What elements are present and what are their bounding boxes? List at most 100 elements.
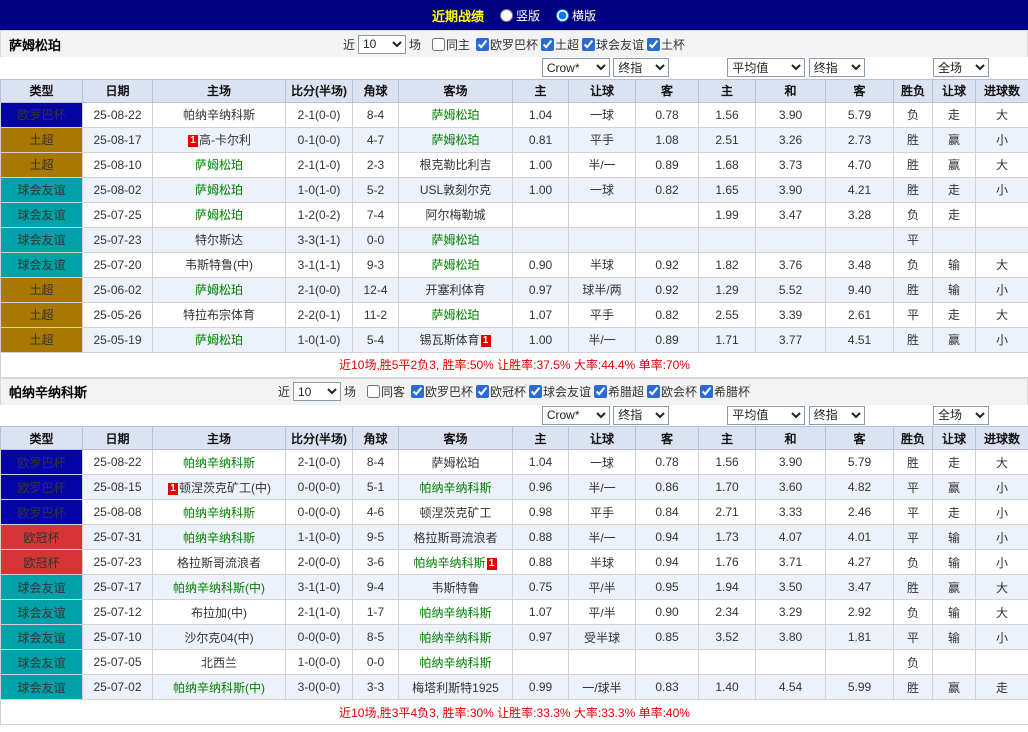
league-filter[interactable]: 土杯 bbox=[647, 36, 685, 53]
same-venue-checkbox[interactable] bbox=[367, 385, 380, 398]
home-team-cell[interactable]: 帕纳辛纳科斯(中) bbox=[153, 575, 286, 600]
away-team-cell[interactable]: 萨姆松珀 bbox=[399, 127, 513, 152]
team-link[interactable]: 高-卡尔利 bbox=[199, 133, 251, 147]
team-link[interactable]: 格拉斯哥流浪者 bbox=[177, 556, 261, 570]
home-team-cell[interactable]: 1顿涅茨克矿工(中) bbox=[153, 475, 286, 500]
euro-company-select[interactable]: 平均值 bbox=[727, 58, 805, 77]
score-halftime[interactable]: 2-0(0-0) bbox=[286, 550, 353, 575]
home-team-cell[interactable]: 帕纳辛纳科斯 bbox=[153, 500, 286, 525]
away-team-cell[interactable]: 帕纳辛纳科斯 bbox=[399, 600, 513, 625]
score-halftime[interactable]: 3-1(1-1) bbox=[286, 252, 353, 277]
league-checkbox[interactable] bbox=[647, 38, 660, 51]
scope-select[interactable]: 全场 bbox=[933, 58, 989, 77]
team-link[interactable]: 顿涅茨克矿工 bbox=[419, 506, 491, 520]
team-link[interactable]: 萨姆松珀 bbox=[195, 158, 243, 172]
home-team-cell[interactable]: 帕纳辛纳科斯 bbox=[153, 450, 286, 475]
away-team-cell[interactable]: 帕纳辛纳科斯 bbox=[399, 475, 513, 500]
away-team-cell[interactable]: 格拉斯哥流浪者 bbox=[399, 525, 513, 550]
same-venue-checkbox[interactable] bbox=[432, 38, 445, 51]
team-link[interactable]: 特拉布宗体育 bbox=[183, 308, 255, 322]
team-link[interactable]: 萨姆松珀 bbox=[195, 208, 243, 222]
league-checkbox[interactable] bbox=[700, 385, 713, 398]
league-checkbox[interactable] bbox=[529, 385, 542, 398]
team-link[interactable]: 韦斯特鲁(中) bbox=[185, 258, 253, 272]
home-team-cell[interactable]: 萨姆松珀 bbox=[153, 202, 286, 227]
away-team-cell[interactable]: 开塞利体育 bbox=[399, 277, 513, 302]
horizontal-layout-radio[interactable] bbox=[556, 9, 569, 22]
team-link[interactable]: 顿涅茨克矿工(中) bbox=[179, 481, 271, 495]
score-halftime[interactable]: 1-0(1-0) bbox=[286, 327, 353, 352]
away-team-cell[interactable]: USL敦刻尔克 bbox=[399, 177, 513, 202]
team-link[interactable]: 特尔斯达 bbox=[195, 233, 243, 247]
team-link[interactable]: 萨姆松珀 bbox=[431, 233, 479, 247]
home-team-cell[interactable]: 萨姆松珀 bbox=[153, 177, 286, 202]
score-halftime[interactable]: 1-0(0-0) bbox=[286, 650, 353, 675]
team-link[interactable]: 开塞利体育 bbox=[425, 283, 485, 297]
score-halftime[interactable]: 2-1(0-0) bbox=[286, 277, 353, 302]
team-link[interactable]: 萨姆松珀 bbox=[195, 183, 243, 197]
home-team-cell[interactable]: 帕纳辛纳科斯 bbox=[153, 525, 286, 550]
odds-company-select[interactable]: Crow* bbox=[542, 406, 610, 425]
euro-time-select[interactable]: 终指 bbox=[809, 58, 865, 77]
score-halftime[interactable]: 0-0(0-0) bbox=[286, 475, 353, 500]
away-team-cell[interactable]: 韦斯特鲁 bbox=[399, 575, 513, 600]
euro-company-select[interactable]: 平均值 bbox=[727, 406, 805, 425]
away-team-cell[interactable]: 帕纳辛纳科斯 bbox=[399, 625, 513, 650]
home-team-cell[interactable]: 萨姆松珀 bbox=[153, 327, 286, 352]
score-halftime[interactable]: 1-1(0-0) bbox=[286, 525, 353, 550]
league-filter[interactable]: 球会友谊 bbox=[582, 36, 644, 53]
home-team-cell[interactable]: 格拉斯哥流浪者 bbox=[153, 550, 286, 575]
team-link[interactable]: 萨姆松珀 bbox=[431, 308, 479, 322]
odds-company-select[interactable]: Crow* bbox=[542, 58, 610, 77]
home-team-cell[interactable]: 萨姆松珀 bbox=[153, 277, 286, 302]
team-link[interactable]: 北西兰 bbox=[201, 656, 237, 670]
team-link[interactable]: 阿尔梅勒城 bbox=[425, 208, 485, 222]
score-halftime[interactable]: 3-1(1-0) bbox=[286, 575, 353, 600]
home-team-cell[interactable]: 帕纳辛纳科斯(中) bbox=[153, 675, 286, 700]
league-filter[interactable]: 希腊杯 bbox=[700, 383, 750, 400]
layout-option-horizontal[interactable]: 横版 bbox=[556, 7, 596, 24]
team-link[interactable]: USL敦刻尔克 bbox=[420, 183, 491, 197]
home-team-cell[interactable]: 特拉布宗体育 bbox=[153, 302, 286, 327]
away-team-cell[interactable]: 顿涅茨克矿工 bbox=[399, 500, 513, 525]
team-link[interactable]: 沙尔克04(中) bbox=[184, 631, 253, 645]
team-link[interactable]: 萨姆松珀 bbox=[195, 283, 243, 297]
away-team-cell[interactable]: 梅塔利斯特1925 bbox=[399, 675, 513, 700]
team-link[interactable]: 帕纳辛纳科斯 bbox=[413, 556, 485, 570]
scope-select[interactable]: 全场 bbox=[933, 406, 989, 425]
away-team-cell[interactable]: 萨姆松珀 bbox=[399, 302, 513, 327]
league-filter[interactable]: 欧罗巴杯 bbox=[476, 36, 538, 53]
home-team-cell[interactable]: 韦斯特鲁(中) bbox=[153, 252, 286, 277]
score-halftime[interactable]: 2-1(0-0) bbox=[286, 450, 353, 475]
team-link[interactable]: 帕纳辛纳科斯 bbox=[419, 656, 491, 670]
euro-time-select[interactable]: 终指 bbox=[809, 406, 865, 425]
team-link[interactable]: 帕纳辛纳科斯 bbox=[183, 506, 255, 520]
team-link[interactable]: 萨姆松珀 bbox=[195, 333, 243, 347]
recent-count-select[interactable]: 10 bbox=[358, 35, 406, 54]
away-team-cell[interactable]: 萨姆松珀 bbox=[399, 227, 513, 252]
home-team-cell[interactable]: 帕纳辛纳科斯 bbox=[153, 102, 286, 127]
home-team-cell[interactable]: 布拉加(中) bbox=[153, 600, 286, 625]
score-halftime[interactable]: 0-1(0-0) bbox=[286, 127, 353, 152]
team-link[interactable]: 萨姆松珀 bbox=[431, 456, 479, 470]
score-halftime[interactable]: 3-0(0-0) bbox=[286, 675, 353, 700]
team-link[interactable]: 帕纳辛纳科斯 bbox=[419, 631, 491, 645]
team-link[interactable]: 萨姆松珀 bbox=[431, 108, 479, 122]
odds-time-select[interactable]: 终指 bbox=[613, 406, 669, 425]
vertical-layout-radio[interactable] bbox=[500, 9, 513, 22]
score-halftime[interactable]: 2-1(0-0) bbox=[286, 102, 353, 127]
home-team-cell[interactable]: 萨姆松珀 bbox=[153, 152, 286, 177]
same-venue-filter[interactable]: 同主 bbox=[432, 36, 470, 53]
team-link[interactable]: 帕纳辛纳科斯 bbox=[419, 606, 491, 620]
league-filter[interactable]: 欧会杯 bbox=[647, 383, 697, 400]
team-link[interactable]: 帕纳辛纳科斯 bbox=[183, 108, 255, 122]
team-link[interactable]: 帕纳辛纳科斯 bbox=[419, 481, 491, 495]
away-team-cell[interactable]: 根克勒比利吉 bbox=[399, 152, 513, 177]
league-filter[interactable]: 欧冠杯 bbox=[476, 383, 526, 400]
team-link[interactable]: 萨姆松珀 bbox=[431, 258, 479, 272]
league-checkbox[interactable] bbox=[411, 385, 424, 398]
league-filter[interactable]: 球会友谊 bbox=[529, 383, 591, 400]
home-team-cell[interactable]: 特尔斯达 bbox=[153, 227, 286, 252]
layout-option-vertical[interactable]: 竖版 bbox=[500, 7, 540, 24]
away-team-cell[interactable]: 帕纳辛纳科斯 bbox=[399, 650, 513, 675]
